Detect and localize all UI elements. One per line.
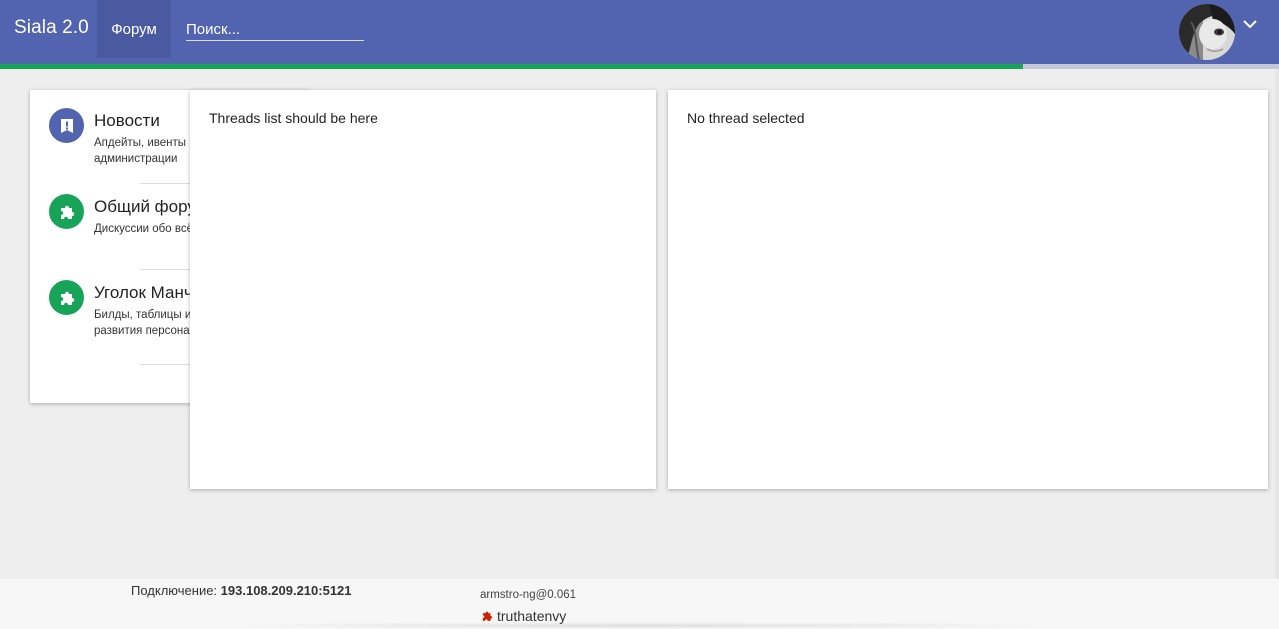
footer-shadow: [210, 622, 1070, 629]
scrollbar-track[interactable]: [1275, 69, 1279, 579]
app-brand[interactable]: Siala 2.0: [14, 17, 89, 39]
threads-placeholder: Threads list should be here: [209, 110, 378, 126]
nav-forum-label: Форум: [111, 20, 157, 38]
announcement-icon: [49, 108, 84, 143]
loading-progress-fill: [0, 64, 1024, 69]
chevron-down-icon[interactable]: [1241, 15, 1259, 33]
app-bar: Siala 2.0 Форум: [0, 0, 1279, 64]
search-input[interactable]: [186, 18, 364, 41]
thread-view-card: No thread selected: [668, 90, 1268, 489]
thread-placeholder: No thread selected: [687, 110, 805, 126]
puzzle-icon: [49, 194, 84, 229]
version-label: armstro-ng@0.061: [480, 589, 577, 601]
avatar[interactable]: [1179, 4, 1235, 60]
threads-list-card: Threads list should be here: [190, 90, 656, 489]
connection-address: 193.108.209.210:5121: [220, 583, 352, 598]
puzzle-icon: [49, 280, 84, 315]
loading-progress-bar: [0, 64, 1279, 69]
connection-status: Подключение: 193.108.209.210:5121: [131, 583, 352, 598]
forum-title: Новости: [94, 111, 160, 130]
avatar-image: [1179, 4, 1235, 60]
nav-forum-tab[interactable]: Форум: [97, 0, 171, 58]
connection-label: Подключение:: [131, 583, 218, 598]
puzzle-icon: [482, 611, 493, 621]
